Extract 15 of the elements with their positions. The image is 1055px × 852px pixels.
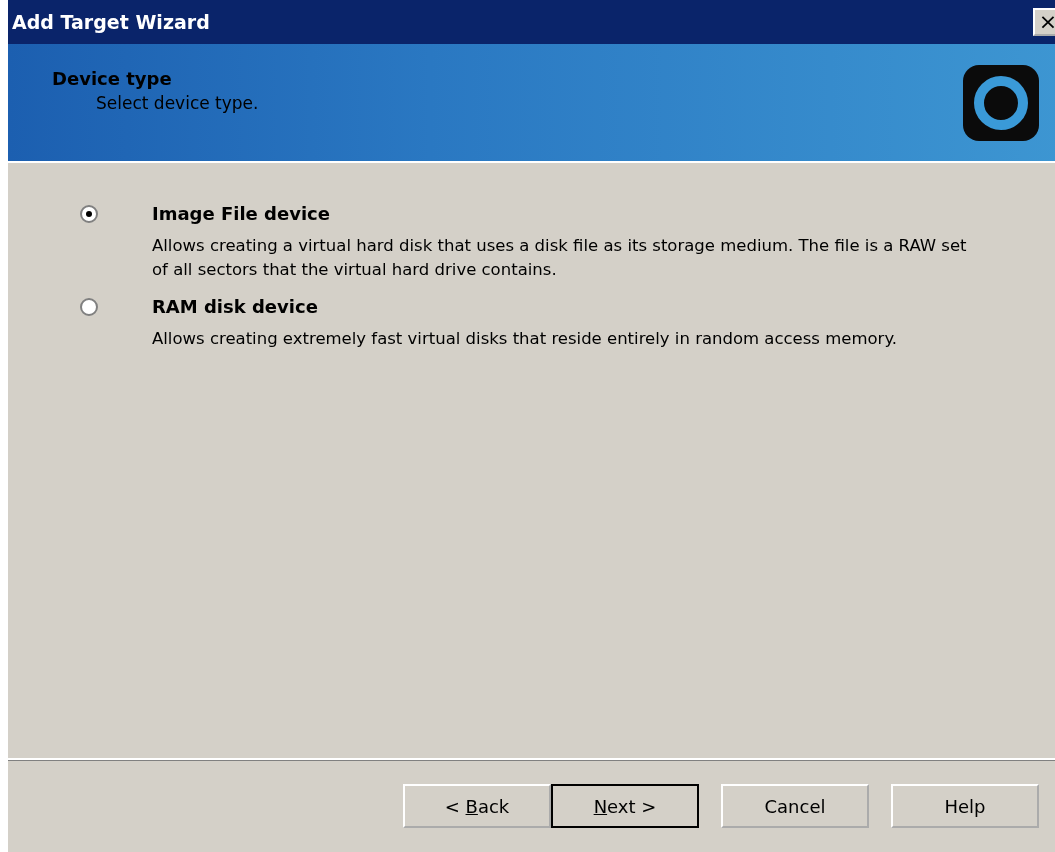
- option-label[interactable]: Image File device: [152, 203, 982, 224]
- radio-button[interactable]: [80, 205, 98, 223]
- option-label[interactable]: RAM disk device: [152, 296, 982, 317]
- page-title: Device type: [52, 68, 173, 89]
- wizard-button[interactable]: Cancel: [721, 784, 869, 828]
- wizard-button[interactable]: < Back: [403, 784, 551, 828]
- wizard-button[interactable]: Help: [891, 784, 1039, 828]
- window-title: Add Target Wizard: [12, 11, 210, 33]
- radio-button[interactable]: [80, 298, 98, 316]
- option-description: Allows creating a virtual hard disk that uses a disk file as its storage medium. The file is a RAW set of all sectors that the virtual hard drive contains.: [152, 235, 968, 281]
- option-description: Allows creating extremely fast virtual disks that reside entirely in random access memory.: [152, 328, 899, 350]
- close-button[interactable]: ×: [1033, 8, 1055, 36]
- page-subtitle: Select device type.: [95, 93, 259, 113]
- ring-logo-icon: [961, 62, 1041, 143]
- wizard-button[interactable]: Next >: [551, 784, 699, 828]
